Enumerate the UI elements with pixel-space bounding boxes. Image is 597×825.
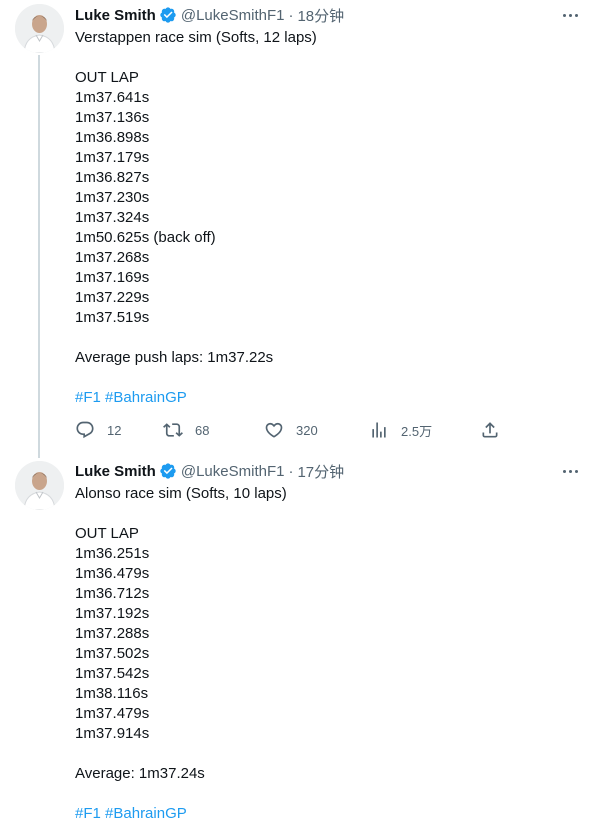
tweet-line: 1m37.179s	[75, 149, 150, 166]
tweet-line	[75, 48, 575, 68]
tweet-line: OUT LAP	[75, 525, 139, 542]
tweet-header: Luke Smith @LukeSmithF1 · 17分钟	[75, 460, 344, 482]
retweet-icon	[163, 423, 183, 437]
tweet-line: 1m38.116s	[75, 685, 149, 702]
tweet-line: 1m37.519s	[75, 309, 150, 326]
hashtag-link[interactable]: #BahrainGP	[105, 389, 187, 406]
hashtag-link[interactable]: #F1	[75, 805, 101, 822]
share-icon	[482, 422, 498, 438]
avatar[interactable]	[15, 4, 64, 53]
reply-count: 12	[107, 422, 122, 438]
hashtag-line: #F1 #BahrainGP	[75, 388, 575, 408]
tweet-line: Average push laps: 1m37.22s	[75, 349, 274, 366]
heart-icon	[265, 422, 283, 438]
verified-badge-icon	[159, 6, 177, 24]
views-chart-icon	[372, 422, 386, 438]
tweet-line	[75, 744, 575, 764]
tweet-line: OUT LAP	[75, 69, 139, 86]
verified-badge-icon	[159, 462, 177, 480]
tweet[interactable]: Luke Smith @LukeSmithF1 · 17分钟 Alonso ra…	[0, 456, 597, 825]
tweet-line: 1m36.712s	[75, 585, 150, 602]
tweet-line	[75, 504, 575, 524]
tweet-line: 1m37.542s	[75, 665, 150, 682]
tweet-line: 1m37.502s	[75, 645, 150, 662]
avatar-photo	[15, 4, 64, 53]
tweet-actions: 12 68 320 2.5万	[75, 418, 505, 442]
thread-connector-line	[38, 55, 40, 458]
reply-icon	[76, 421, 94, 439]
tweet-line: 1m36.251s	[75, 545, 150, 562]
tweet[interactable]: Luke Smith @LukeSmithF1 · 18分钟 Verstappe…	[0, 0, 597, 458]
tweet-line: 1m37.641s	[75, 89, 150, 106]
tweet-timestamp[interactable]: 17分钟	[297, 461, 344, 482]
share-button[interactable]	[480, 418, 500, 442]
avatar-photo	[15, 461, 64, 510]
tweet-text: Alonso race sim (Softs, 10 laps) OUT LAP…	[75, 484, 575, 824]
separator-dot: ·	[288, 6, 294, 24]
author-name[interactable]: Luke Smith	[75, 7, 156, 24]
like-count: 320	[296, 422, 318, 438]
more-horizontal-icon[interactable]	[559, 461, 581, 481]
avatar[interactable]	[15, 461, 64, 510]
tweet-line	[75, 368, 575, 388]
tweet-line: 1m36.827s	[75, 169, 150, 186]
tweet-line: 1m37.914s	[75, 725, 150, 742]
author-name[interactable]: Luke Smith	[75, 463, 156, 480]
tweet-line: 1m37.324s	[75, 209, 150, 226]
view-count: 2.5万	[401, 423, 433, 439]
tweet-line: 1m37.192s	[75, 605, 150, 622]
hashtag-link[interactable]: #BahrainGP	[105, 805, 187, 822]
tweet-line: 1m37.479s	[75, 705, 150, 722]
tweet-line: 1m50.625s (back off)	[75, 229, 216, 246]
hashtag-link[interactable]: #F1	[75, 389, 101, 406]
hashtag-line: #F1 #BahrainGP	[75, 804, 575, 824]
tweet-line: Average: 1m37.24s	[75, 765, 205, 782]
tweet-line: 1m37.230s	[75, 189, 150, 206]
more-horizontal-icon[interactable]	[559, 5, 581, 25]
tweet-timestamp[interactable]: 18分钟	[297, 5, 344, 26]
tweet-line: 1m37.136s	[75, 109, 150, 126]
separator-dot: ·	[288, 462, 294, 480]
tweet-line: Verstappen race sim (Softs, 12 laps)	[75, 29, 317, 46]
tweet-line: 1m37.288s	[75, 625, 150, 642]
tweet-line	[75, 328, 575, 348]
tweet-line: 1m36.898s	[75, 129, 150, 146]
tweet-text: Verstappen race sim (Softs, 12 laps) OUT…	[75, 28, 575, 408]
like-button[interactable]: 320	[264, 418, 318, 442]
tweet-header: Luke Smith @LukeSmithF1 · 18分钟	[75, 4, 344, 26]
tweet-line: 1m37.169s	[75, 269, 150, 286]
tweet-line: 1m36.479s	[75, 565, 150, 582]
retweet-button[interactable]: 68	[163, 418, 209, 442]
author-handle[interactable]: @LukeSmithF1	[181, 463, 285, 480]
retweet-count: 68	[195, 422, 210, 438]
reply-button[interactable]: 12	[75, 418, 121, 442]
author-handle[interactable]: @LukeSmithF1	[181, 7, 285, 24]
tweet-line: 1m37.268s	[75, 249, 150, 266]
tweet-line: 1m37.229s	[75, 289, 150, 306]
tweet-line	[75, 784, 575, 804]
tweet-line: Alonso race sim (Softs, 10 laps)	[75, 485, 287, 502]
views-button[interactable]: 2.5万	[369, 418, 432, 442]
